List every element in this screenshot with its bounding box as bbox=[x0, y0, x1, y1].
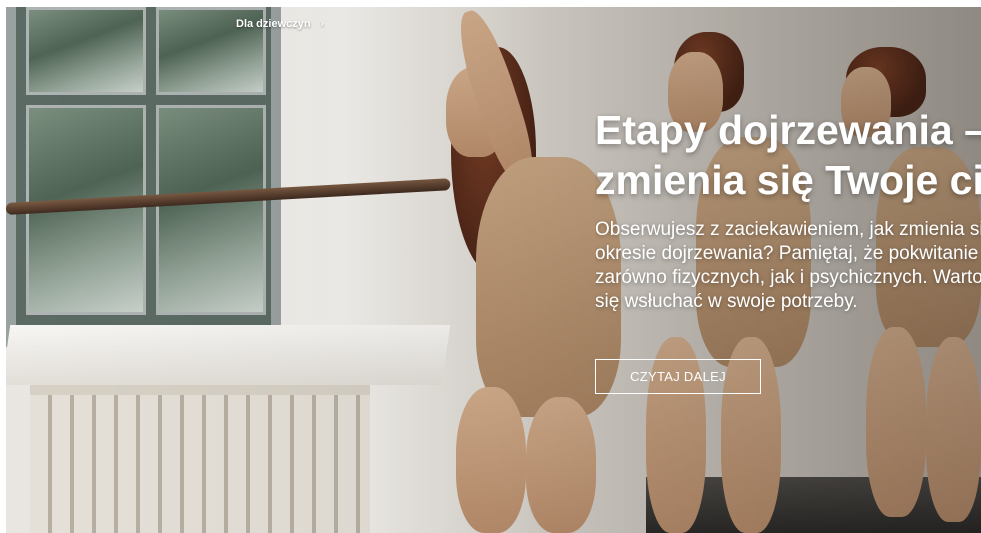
hero-title: Etapy dojrzewania – zmienia się Twoje ci… bbox=[595, 105, 981, 205]
hero-description-line: się wsłuchać w swoje potrzeby. bbox=[595, 291, 858, 312]
hero-description-line: Obserwujesz z zaciekawieniem, jak zmieni… bbox=[595, 219, 981, 240]
hero-banner: Dla dziewczyn › Etapy dojrzewania – zmie… bbox=[6, 7, 981, 533]
hero-description-line: okresie dojrzewania? Pamiętaj, że pokwit… bbox=[595, 243, 981, 264]
hero-title-line: zmienia się Twoje ciało bbox=[595, 157, 981, 203]
hero-description: Obserwujesz z zaciekawieniem, jak zmieni… bbox=[595, 218, 981, 314]
breadcrumb-item-dla-dziewczyn[interactable]: Dla dziewczyn bbox=[236, 18, 311, 30]
chevron-right-icon: › bbox=[320, 18, 325, 30]
hero-title-line: Etapy dojrzewania – bbox=[595, 107, 981, 153]
read-more-button[interactable]: CZYTAJ DALEJ bbox=[595, 359, 761, 394]
breadcrumb: Dla dziewczyn › bbox=[236, 18, 324, 30]
hero-description-line: zarówno fizycznych, jak i psychicznych. … bbox=[595, 267, 981, 288]
